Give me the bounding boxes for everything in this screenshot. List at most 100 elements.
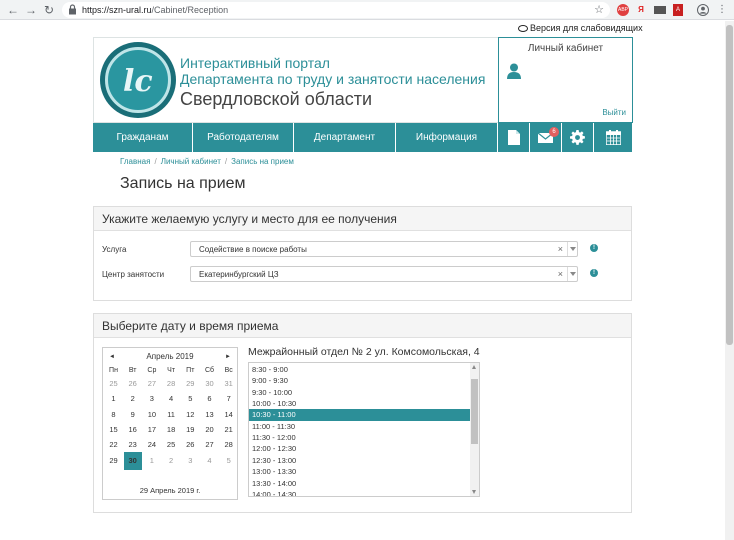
time-slot[interactable]: 13:00 - 13:30 xyxy=(249,466,471,477)
logout-link[interactable]: Выйти xyxy=(602,108,626,117)
adblock-extension-icon[interactable]: ABP xyxy=(617,4,629,16)
profile-icon[interactable] xyxy=(697,4,709,16)
clear-service-icon[interactable]: × xyxy=(558,244,563,254)
calendar-button[interactable] xyxy=(593,123,632,152)
lock-icon xyxy=(69,4,76,15)
portal-logo[interactable]: lc xyxy=(100,42,176,118)
chevron-down-icon[interactable] xyxy=(567,267,577,281)
time-slot[interactable]: 12:00 - 12:30 xyxy=(249,443,471,454)
time-slot[interactable]: 8:30 - 9:00 xyxy=(249,364,471,375)
calendar-day[interactable]: 14 xyxy=(219,408,238,422)
calendar-day[interactable]: 24 xyxy=(142,438,161,452)
calendar-day[interactable]: 30 xyxy=(123,451,142,470)
documents-button[interactable] xyxy=(497,123,529,152)
bookmark-star-icon[interactable]: ☆ xyxy=(594,3,604,17)
browser-menu-icon[interactable]: ⋮ xyxy=(717,4,727,16)
address-bar[interactable]: https://szn-ural.ru/Cabinet/Reception ☆ xyxy=(62,2,610,18)
center-select[interactable]: Екатеринбургский ЦЗ × xyxy=(190,266,578,282)
time-slot[interactable]: 11:00 - 11:30 xyxy=(249,421,471,432)
time-slot[interactable]: 9:00 - 9:30 xyxy=(249,375,471,386)
calendar-day[interactable]: 6 xyxy=(200,392,219,406)
next-month-icon[interactable]: ► xyxy=(225,348,231,366)
time-slot-scrollbar[interactable] xyxy=(470,363,479,496)
service-select[interactable]: Содействие в поиске работы × xyxy=(190,241,578,257)
calendar-day[interactable]: 4 xyxy=(162,392,181,406)
calendar-day[interactable]: 16 xyxy=(123,423,142,437)
calendar-day[interactable]: 3 xyxy=(181,454,200,468)
calendar-day[interactable]: 1 xyxy=(142,454,161,468)
calendar-day[interactable]: 30 xyxy=(200,377,219,391)
calendar-day[interactable]: 10 xyxy=(142,408,161,422)
calendar-day[interactable]: 13 xyxy=(200,408,219,422)
calendar-day[interactable]: 27 xyxy=(200,438,219,452)
calendar-day[interactable]: 8 xyxy=(104,408,123,422)
site-header: lc Интерактивный портал Департамента по … xyxy=(93,37,633,123)
calendar-day[interactable]: 21 xyxy=(219,423,238,437)
calendar-day[interactable]: 25 xyxy=(162,438,181,452)
calendar-day[interactable]: 29 xyxy=(181,377,200,391)
center-info-icon[interactable]: ! xyxy=(590,269,598,277)
time-slot[interactable]: 10:30 - 11:00 xyxy=(249,409,471,421)
calendar-day[interactable]: 23 xyxy=(123,438,142,452)
time-slot[interactable]: 9:30 - 10:00 xyxy=(249,387,471,398)
yandex-extension-icon[interactable]: Я xyxy=(636,4,646,16)
calendar-day[interactable]: 28 xyxy=(162,377,181,391)
calendar-day[interactable]: 31 xyxy=(219,377,238,391)
reload-icon[interactable]: ↻ xyxy=(42,3,56,17)
low-vision-version-link[interactable]: Версия для слабовидящих xyxy=(518,23,643,33)
calendar-day[interactable]: 7 xyxy=(219,392,238,406)
calendar-day[interactable]: 18 xyxy=(162,423,181,437)
calendar-day[interactable]: 2 xyxy=(162,454,181,468)
calendar-day[interactable]: 12 xyxy=(181,408,200,422)
calendar-day[interactable]: 15 xyxy=(104,423,123,437)
calendar-day[interactable]: 28 xyxy=(219,438,238,452)
time-slot[interactable]: 12:30 - 13:00 xyxy=(249,455,471,466)
nav-employers[interactable]: Работодателям xyxy=(193,123,294,152)
calendar-day[interactable]: 17 xyxy=(142,423,161,437)
calendar-day[interactable]: 29 xyxy=(104,454,123,468)
nav-citizens[interactable]: Гражданам xyxy=(93,123,193,152)
portal-title-line2: Департамента по труду и занятости населе… xyxy=(180,71,486,87)
date-calendar: Апрель 2019 ◄ ► Пн Вт Ср Чт Пт Сб Вс 25 26 27 28 29… xyxy=(102,347,238,500)
forward-icon[interactable]: → xyxy=(24,3,38,17)
calendar-day[interactable]: 26 xyxy=(181,438,200,452)
center-select-value: Екатеринбургский ЦЗ xyxy=(199,270,279,279)
calendar-day[interactable]: 25 xyxy=(104,377,123,391)
calendar-day[interactable]: 3 xyxy=(142,392,161,406)
time-slot-list[interactable]: 8:30 - 9:00 9:00 - 9:30 9:30 - 10:00 10:00 … xyxy=(248,362,480,497)
calendar-day[interactable]: 9 xyxy=(123,408,142,422)
nav-department[interactable]: Департамент xyxy=(294,123,396,152)
service-info-icon[interactable]: ! xyxy=(590,244,598,252)
calendar-day[interactable]: 5 xyxy=(219,454,238,468)
time-slot[interactable]: 10:00 - 10:30 xyxy=(249,398,471,409)
nav-information[interactable]: Информация xyxy=(396,123,497,152)
time-slot[interactable]: 14:00 - 14:30 xyxy=(249,489,471,496)
calendar-day[interactable]: 4 xyxy=(200,454,219,468)
back-icon[interactable]: ← xyxy=(6,3,20,17)
calendar-day[interactable]: 5 xyxy=(181,392,200,406)
clear-center-icon[interactable]: × xyxy=(558,269,563,279)
breadcrumb-home[interactable]: Главная xyxy=(120,157,150,166)
breadcrumb-cabinet[interactable]: Личный кабинет xyxy=(161,157,221,166)
settings-button[interactable] xyxy=(561,123,593,152)
calendar-day[interactable]: 20 xyxy=(200,423,219,437)
time-slot[interactable]: 13:30 - 14:00 xyxy=(249,478,471,489)
calendar-day[interactable]: 26 xyxy=(123,377,142,391)
calendar-day[interactable]: 22 xyxy=(104,438,123,452)
calendar-day[interactable]: 27 xyxy=(142,377,161,391)
calendar-day[interactable]: 2 xyxy=(123,392,142,406)
portal-title-line1: Интерактивный портал xyxy=(180,55,330,71)
time-slot[interactable]: 11:30 - 12:00 xyxy=(249,432,471,443)
office-name: Межрайонный отдел № 2 ул. Комсомольская,… xyxy=(248,346,480,358)
calendar-day[interactable]: 11 xyxy=(162,408,181,422)
page-scrollbar[interactable] xyxy=(725,21,734,540)
messages-button[interactable]: 6 xyxy=(529,123,561,152)
calendar-day[interactable]: 1 xyxy=(104,392,123,406)
selected-date: 29 Апрель 2019 г. xyxy=(139,486,201,495)
cast-extension-icon[interactable] xyxy=(654,6,666,14)
prev-month-icon[interactable]: ◄ xyxy=(109,348,115,366)
datetime-panel: Выберите дату и время приема Апрель 2019… xyxy=(93,313,632,513)
calendar-day[interactable]: 19 xyxy=(181,423,200,437)
chevron-down-icon[interactable] xyxy=(567,242,577,256)
pdf-extension-icon[interactable]: A xyxy=(673,4,683,16)
